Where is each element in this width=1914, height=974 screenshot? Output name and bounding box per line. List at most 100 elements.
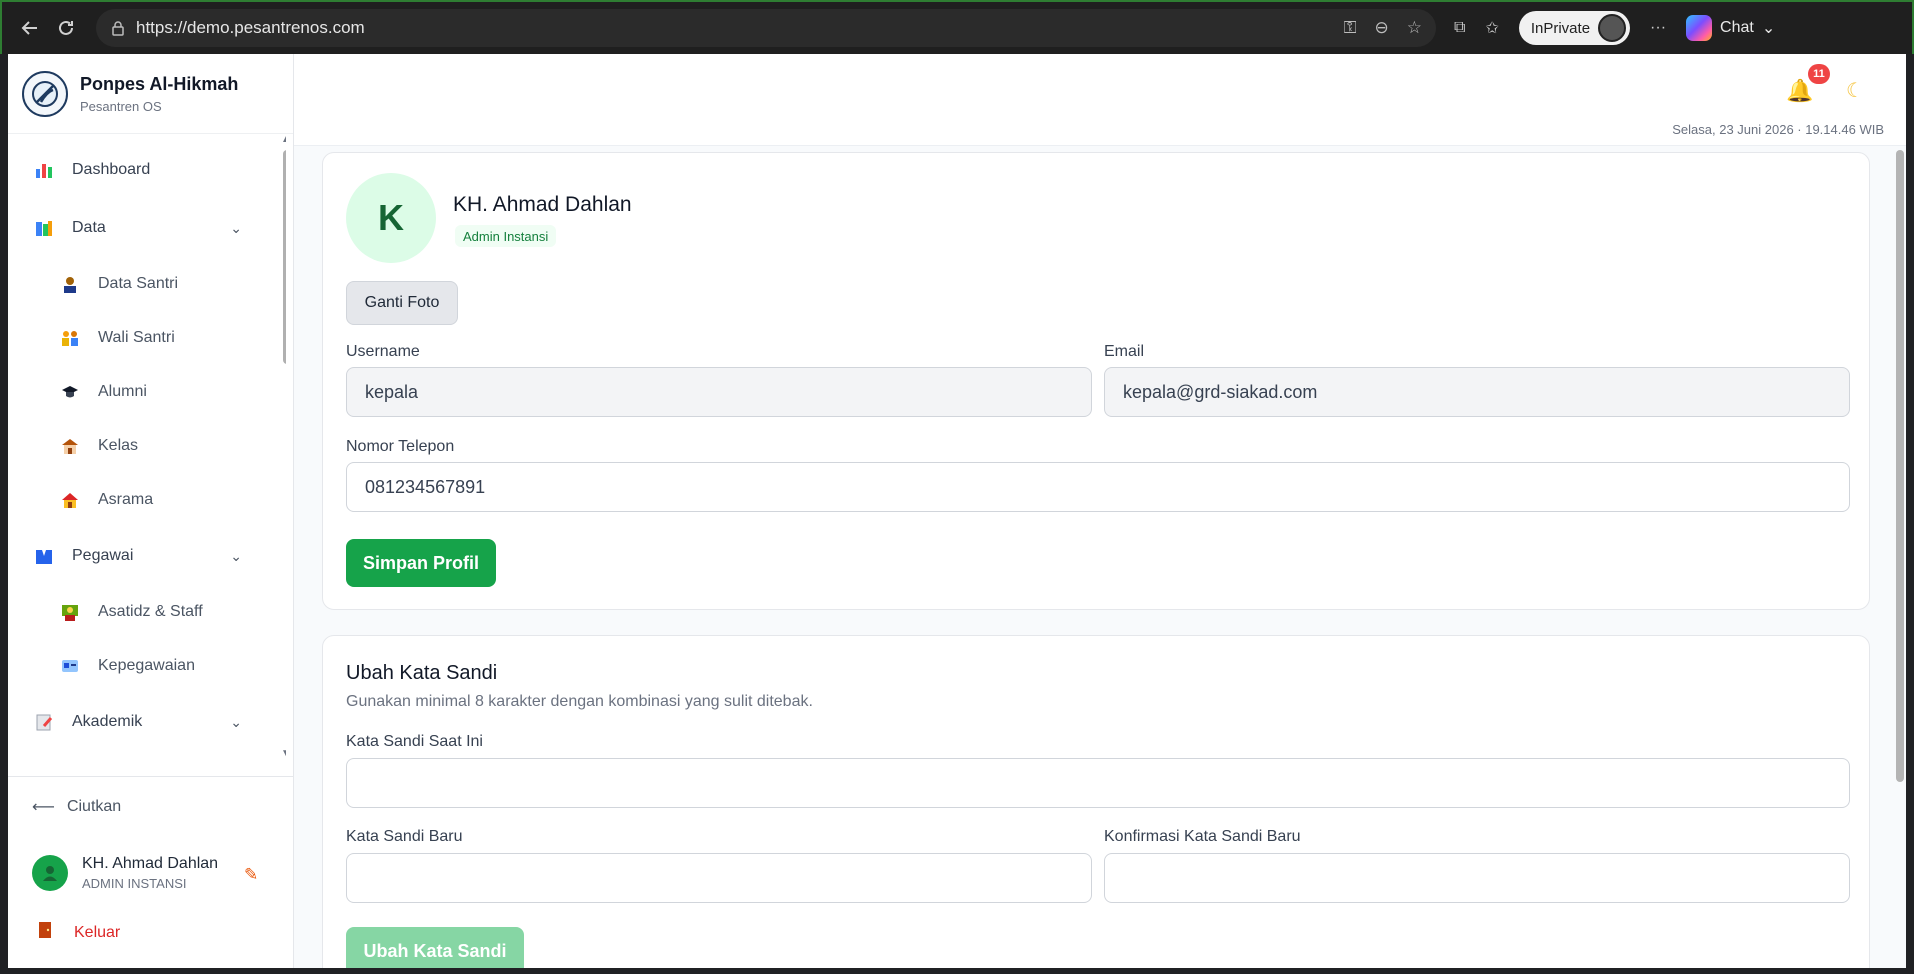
address-bar[interactable]: https://demo.pesantrenos.com ⚿ ⊖ ☆	[96, 9, 1436, 47]
profile-name: KH. Ahmad Dahlan	[453, 193, 632, 216]
chat-label: Chat	[1720, 19, 1754, 36]
confirm-password-field[interactable]	[1104, 853, 1850, 903]
inprivate-button[interactable]: InPrivate	[1518, 11, 1631, 45]
sidebar-item-label: Pegawai	[72, 547, 134, 564]
sidebar-item-asatidz-staff[interactable]: Asatidz & Staff	[8, 590, 278, 634]
sidebar-footer: ⟵ Ciutkan KH. Ahmad Dahlan ADMIN INSTANS…	[8, 776, 294, 968]
lock-icon	[112, 21, 124, 36]
zoom-out-icon[interactable]: ⊖	[1375, 18, 1389, 38]
chevron-down-icon: ⌄	[1761, 20, 1776, 37]
employees-icon	[34, 546, 54, 566]
sidebar-item-alumni[interactable]: Alumni	[8, 370, 278, 414]
favorites-icon[interactable]: ✩	[1485, 18, 1498, 38]
scroll-up-icon[interactable]: ▲	[281, 134, 286, 145]
confirm-password-label: Konfirmasi Kata Sandi Baru	[1104, 828, 1301, 845]
username-field[interactable]: kepala	[346, 367, 1092, 417]
sidebar-item-label: Kepegawaian	[98, 657, 195, 674]
user-profile[interactable]: KH. Ahmad Dahlan ADMIN INSTANSI	[32, 855, 218, 891]
new-password-field[interactable]	[346, 853, 1092, 903]
notepad-icon	[34, 712, 54, 732]
sidebar-item-kelas[interactable]: Kelas	[8, 424, 278, 468]
logout-button[interactable]: Keluar	[38, 921, 120, 944]
scroll-down-icon[interactable]: ▼	[281, 748, 286, 759]
moon-icon[interactable]: ☾	[1846, 78, 1864, 103]
chat-button[interactable]: Chat ⌄	[1686, 15, 1775, 41]
sidebar-item-dashboard[interactable]: Dashboard	[8, 148, 278, 192]
current-password-label: Kata Sandi Saat Ini	[346, 733, 483, 750]
profile-avatar: K	[346, 173, 436, 263]
sidebar-item-label: Asrama	[98, 491, 154, 508]
collapse-button[interactable]: ⟵ Ciutkan	[32, 797, 121, 817]
page-scrollbar[interactable]	[1894, 146, 1906, 968]
topbar: 🔔 11 ☾ Selasa, 23 Juni 2026 · 19.14.46 W…	[294, 54, 1906, 146]
student-icon	[60, 274, 80, 294]
copilot-icon	[1686, 15, 1713, 41]
sidebar-item-label: Asatidz & Staff	[98, 603, 203, 620]
more-options-icon[interactable]: ···	[1650, 19, 1666, 37]
sidebar-item-asrama[interactable]: Asrama	[8, 478, 278, 522]
back-icon[interactable]	[12, 10, 48, 46]
sidebar-item-label: Dashboard	[72, 161, 151, 178]
change-password-button[interactable]: Ubah Kata Sandi	[346, 927, 524, 968]
bell-icon[interactable]: 🔔	[1786, 78, 1813, 104]
sidebar-item-data[interactable]: Data ⌄	[8, 206, 278, 250]
section-description: Gunakan minimal 8 karakter dengan kombin…	[346, 693, 813, 710]
house-icon	[60, 490, 80, 510]
teacher-icon	[60, 602, 80, 622]
new-password-label: Kata Sandi Baru	[346, 828, 463, 845]
door-icon	[38, 921, 52, 944]
sidebar-item-data-santri[interactable]: Data Santri	[8, 262, 278, 306]
user-name: KH. Ahmad Dahlan	[82, 855, 219, 872]
email-label: Email	[1104, 343, 1145, 360]
browser-toolbar: https://demo.pesantrenos.com ⚿ ⊖ ☆ ⧉ ✩ I…	[0, 0, 1914, 54]
change-photo-button[interactable]: Ganti Foto	[346, 281, 458, 325]
sidebar-scroll-thumb[interactable]	[283, 150, 286, 364]
role-badge: Admin Instansi	[455, 225, 557, 247]
arrow-left-icon: ⟵	[32, 799, 55, 816]
brand[interactable]: Ponpes Al-Hikmah Pesantren OS	[8, 54, 293, 134]
profile-card: K KH. Ahmad Dahlan Admin Instansi Ganti …	[322, 152, 1870, 610]
sidebar-item-label: Data	[72, 219, 106, 236]
sidebar-item-akademik[interactable]: Akademik ⌄	[8, 700, 278, 744]
graduation-cap-icon	[60, 382, 80, 402]
notification-badge: 11	[1808, 64, 1830, 84]
main-content: 🔔 11 ☾ Selasa, 23 Juni 2026 · 19.14.46 W…	[294, 54, 1906, 968]
sidebar-scrollbar[interactable]: ▲ ▼	[280, 134, 286, 760]
phone-field[interactable]: 081234567891	[346, 462, 1850, 512]
save-profile-button[interactable]: Simpan Profil	[346, 539, 496, 587]
sidebar-item-pegawai[interactable]: Pegawai ⌄	[8, 534, 278, 578]
pencil-icon[interactable]: ✎	[244, 865, 258, 885]
page-scroll-thumb[interactable]	[1896, 150, 1904, 782]
sidebar-item-label: Akademik	[72, 713, 143, 730]
phone-label: Nomor Telepon	[346, 438, 455, 455]
username-label: Username	[346, 343, 420, 360]
books-icon	[34, 218, 54, 238]
sidebar-item-label: Wali Santri	[98, 329, 175, 346]
school-building-icon	[60, 436, 80, 456]
sidebar-item-label: Kelas	[98, 437, 139, 454]
url-text: https://demo.pesantrenos.com	[136, 18, 365, 37]
sidebar-item-label: Alumni	[98, 383, 147, 400]
sidebar-item-kepegawaian[interactable]: Kepegawaian	[8, 644, 278, 688]
favorite-star-icon[interactable]: ☆	[1407, 18, 1422, 38]
section-title: Ubah Kata Sandi	[346, 662, 498, 684]
dashboard-chart-icon	[34, 160, 54, 180]
brand-name: Ponpes Al-Hikmah	[80, 73, 239, 94]
inprivate-label: InPrivate	[1530, 19, 1591, 37]
email-field[interactable]: kepala@grd-siakad.com	[1104, 367, 1850, 417]
app-window: Ponpes Al-Hikmah Pesantren OS Dashboard …	[8, 54, 1906, 968]
sidebar-item-label: Data Santri	[98, 275, 179, 292]
chevron-down-icon: ⌄	[230, 547, 242, 564]
collapse-label: Ciutkan	[66, 798, 122, 815]
current-password-field[interactable]	[346, 758, 1850, 808]
password-card: Ubah Kata Sandi Gunakan minimal 8 karakt…	[322, 635, 1870, 968]
refresh-icon[interactable]	[48, 10, 84, 46]
sidebar: Ponpes Al-Hikmah Pesantren OS Dashboard …	[8, 54, 294, 968]
id-card-icon	[60, 656, 80, 676]
profile-avatar-icon	[1598, 14, 1627, 42]
extensions-icon[interactable]: ⧉	[1454, 19, 1465, 37]
sidebar-item-wali-santri[interactable]: Wali Santri	[8, 316, 278, 360]
user-role: ADMIN INSTANSI	[82, 876, 187, 891]
key-icon[interactable]: ⚿	[1344, 18, 1357, 38]
brand-logo-icon	[22, 70, 68, 117]
